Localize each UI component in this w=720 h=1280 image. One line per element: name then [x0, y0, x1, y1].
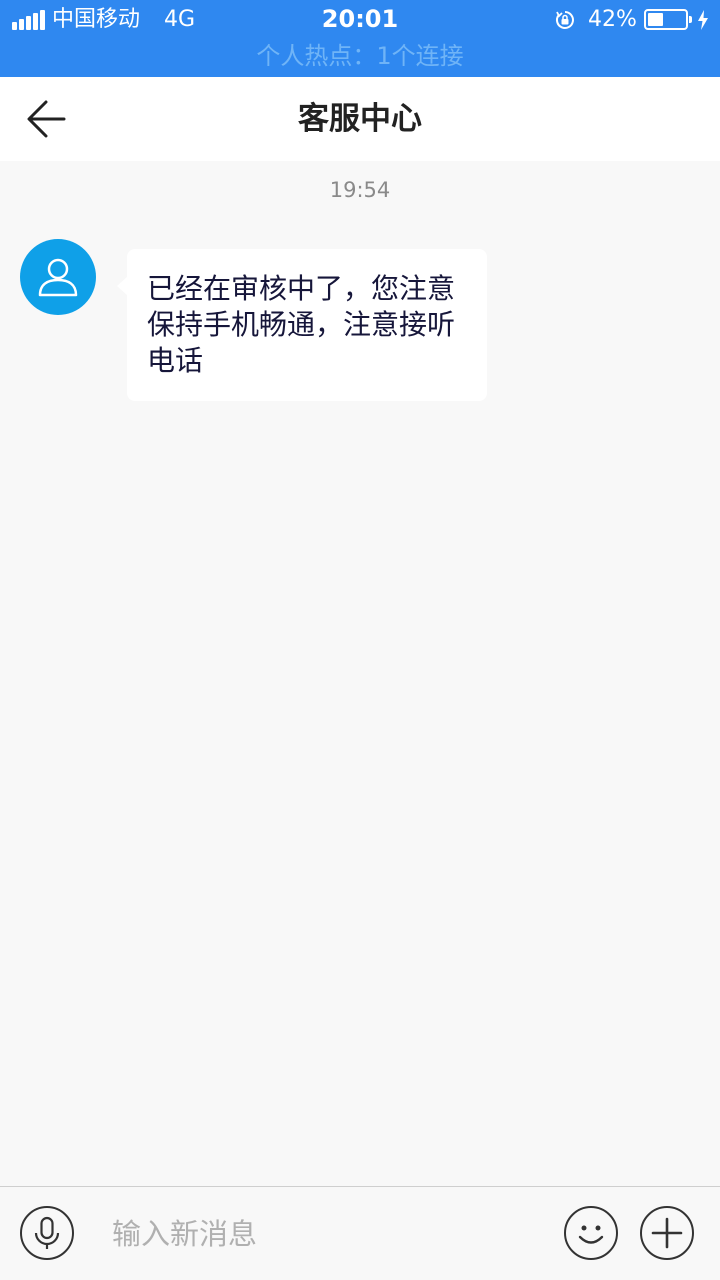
battery-percent: 42%	[588, 7, 637, 32]
battery-nub	[689, 16, 692, 23]
input-bar	[0, 1186, 720, 1280]
message-timestamp: 19:54	[329, 178, 391, 202]
charging-bolt-icon	[698, 10, 708, 30]
person-icon	[38, 258, 78, 297]
message-bubble[interactable]: 已经在审核中了，您注意保持手机畅通，注意接听电话	[117, 249, 487, 401]
battery-icon	[644, 9, 692, 30]
user-avatar-icon[interactable]	[20, 239, 96, 315]
status-bar: 中国移动 4G 20:01 42% 个人热点：1个连接	[0, 0, 720, 77]
plus-button[interactable]	[640, 1206, 694, 1260]
status-bar-row: 中国移动 4G 20:01 42%	[0, 0, 720, 40]
message-input[interactable]	[112, 1207, 532, 1261]
microphone-icon	[34, 1216, 60, 1249]
battery-fill	[648, 13, 663, 26]
emoji-icon	[578, 1225, 604, 1244]
back-button[interactable]	[22, 97, 72, 141]
back-arrow-icon	[27, 100, 66, 138]
chat-area[interactable]: 19:54 已经在审核中了，您注意保持手机畅通，注意接听电话	[0, 161, 720, 1186]
plus-icon	[651, 1217, 683, 1249]
nav-header: 客服中心	[0, 77, 720, 161]
voice-button[interactable]	[20, 1206, 74, 1260]
emoji-button[interactable]	[564, 1206, 618, 1260]
page-title: 客服中心	[298, 101, 422, 137]
rotation-lock-icon	[555, 11, 574, 29]
hotspot-banner[interactable]: 个人热点：1个连接	[0, 40, 720, 72]
